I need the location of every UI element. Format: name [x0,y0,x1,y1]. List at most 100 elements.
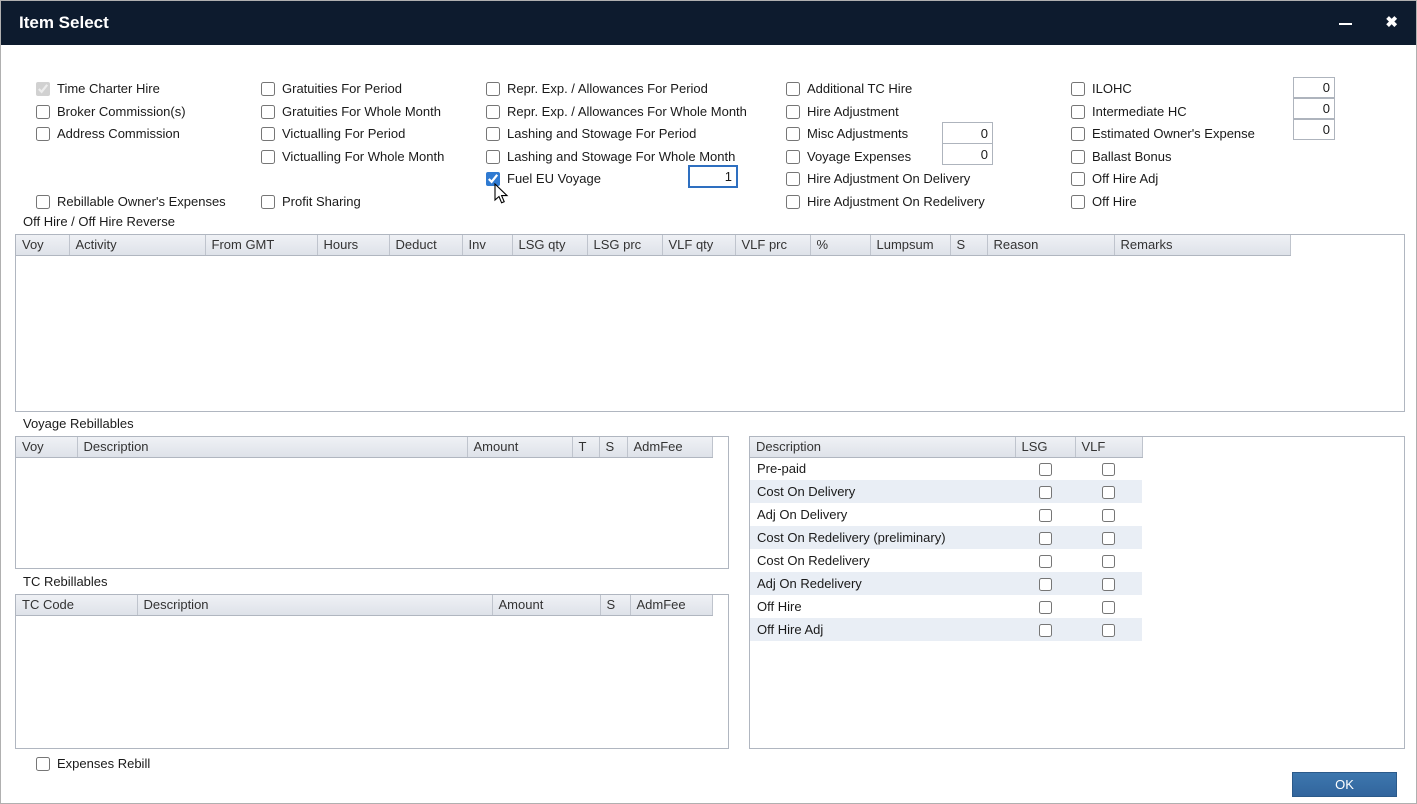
checkbox-repr-exp-period[interactable]: Repr. Exp. / Allowances For Period [486,81,708,96]
address-commission-checkbox[interactable] [36,127,50,141]
ilohc-input[interactable] [1293,77,1335,98]
checkbox-address-commission[interactable]: Address Commission [36,126,180,141]
checkbox-ilohc[interactable]: ILOHC [1071,81,1132,96]
checkbox-voyage-expenses[interactable]: Voyage Expenses [786,149,911,164]
cost-row-adj-on-redelivery: Adj On Redelivery [750,572,1142,595]
cost-row-cost-on-delivery: Cost On Delivery [750,480,1142,503]
adj-on-delivery-vlf-checkbox[interactable] [1102,509,1115,522]
victualling-for-whole-month-checkbox[interactable] [261,150,275,164]
repr-exp-period-checkbox[interactable] [486,82,500,96]
tc-rebillables-header-row: TC Code Description Amount S AdmFee [16,595,712,615]
checkbox-victualling-for-whole-month[interactable]: Victualling For Whole Month [261,149,444,164]
adj-on-redelivery-lsg-checkbox[interactable] [1039,578,1052,591]
lashing-stowage-whole-month-checkbox[interactable] [486,150,500,164]
lashing-stowage-whole-month-label: Lashing and Stowage For Whole Month [507,149,735,164]
dialog-titlebar: Item Select ✖ [1,1,1416,45]
misc-adjustments-checkbox[interactable] [786,127,800,141]
off-hire-checkbox[interactable] [1071,195,1085,209]
cost-row-off-hire-adj: Off Hire Adj [750,618,1142,641]
checkbox-victualling-for-period[interactable]: Victualling For Period [261,126,405,141]
cost-on-redelivery-preliminary-vlf-checkbox[interactable] [1102,532,1115,545]
victualling-for-period-checkbox[interactable] [261,127,275,141]
off-hire-section-title: Off Hire / Off Hire Reverse [23,214,175,229]
checkbox-fuel-eu-voyage[interactable]: Fuel EU Voyage [486,171,601,186]
checkbox-ballast-bonus[interactable]: Ballast Bonus [1071,149,1172,164]
voyage-expenses-input[interactable] [942,143,993,165]
gratuities-for-period-checkbox[interactable] [261,82,275,96]
off-hire-vlf-checkbox[interactable] [1102,601,1115,614]
hire-adjustment-label: Hire Adjustment [807,104,899,119]
estimated-owners-expense-checkbox[interactable] [1071,127,1085,141]
repr-exp-period-label: Repr. Exp. / Allowances For Period [507,81,708,96]
col-header-voy: Voy [16,437,77,457]
fuel-eu-voyage-checkbox[interactable] [486,172,500,186]
intermediate-hc-checkbox[interactable] [1071,105,1085,119]
cost-on-redelivery-lsg-checkbox[interactable] [1039,555,1052,568]
col-header-remarks: Remarks [1114,235,1290,255]
off-hire-adj-vlf-checkbox[interactable] [1102,624,1115,637]
voyage-expenses-checkbox[interactable] [786,150,800,164]
profit-sharing-checkbox[interactable] [261,195,275,209]
checkbox-off-hire-adj[interactable]: Off Hire Adj [1071,171,1158,186]
off-hire-lsg-checkbox[interactable] [1039,601,1052,614]
adj-on-redelivery-vlf-checkbox[interactable] [1102,578,1115,591]
intermediate-hc-input[interactable] [1293,98,1335,119]
ballast-bonus-checkbox[interactable] [1071,150,1085,164]
col-header-t: T [572,437,599,457]
cost-on-delivery-vlf-checkbox[interactable] [1102,486,1115,499]
checkbox-gratuities-for-period[interactable]: Gratuities For Period [261,81,402,96]
time-charter-hire-label: Time Charter Hire [57,81,160,96]
hire-adjustment-on-redelivery-checkbox[interactable] [786,195,800,209]
checkbox-broker-commissions[interactable]: Broker Commission(s) [36,104,186,119]
checkbox-profit-sharing[interactable]: Profit Sharing [261,194,361,209]
checkbox-lashing-stowage-period[interactable]: Lashing and Stowage For Period [486,126,696,141]
checkbox-hire-adjustment[interactable]: Hire Adjustment [786,104,899,119]
ok-button[interactable]: OK [1292,772,1397,797]
col-header-description: Description [137,595,492,615]
close-button[interactable]: ✖ [1385,14,1398,32]
checkbox-rebillable-owners-expenses[interactable]: Rebillable Owner's Expenses [36,194,226,209]
checkbox-gratuities-for-whole-month[interactable]: Gratuities For Whole Month [261,104,441,119]
cost-on-delivery-lsg-checkbox[interactable] [1039,486,1052,499]
repr-exp-whole-month-checkbox[interactable] [486,105,500,119]
additional-tc-hire-checkbox[interactable] [786,82,800,96]
checkbox-hire-adjustment-on-redelivery[interactable]: Hire Adjustment On Redelivery [786,194,985,209]
off-hire-adj-lsg-checkbox[interactable] [1039,624,1052,637]
additional-tc-hire-label: Additional TC Hire [807,81,912,96]
rebillable-owners-expenses-checkbox[interactable] [36,195,50,209]
checkbox-hire-adjustment-on-delivery[interactable]: Hire Adjustment On Delivery [786,171,970,186]
cost-on-redelivery-preliminary-lsg-checkbox[interactable] [1039,532,1052,545]
hire-adjustment-on-delivery-checkbox[interactable] [786,172,800,186]
expenses-rebill-checkbox[interactable] [36,757,50,771]
time-charter-hire-checkbox[interactable] [36,82,50,96]
cost-row-label: Off Hire Adj [750,618,1015,641]
fuel-eu-voyage-input[interactable] [688,165,738,188]
adj-on-delivery-lsg-checkbox[interactable] [1039,509,1052,522]
col-header-admfee: AdmFee [627,437,712,457]
minimize-button[interactable] [1337,14,1355,32]
pre-paid-vlf-checkbox[interactable] [1102,463,1115,476]
col-header-hours: Hours [317,235,389,255]
off-hire-adj-checkbox[interactable] [1071,172,1085,186]
checkbox-misc-adjustments[interactable]: Misc Adjustments [786,126,908,141]
cost-on-redelivery-vlf-checkbox[interactable] [1102,555,1115,568]
hire-adjustment-checkbox[interactable] [786,105,800,119]
estimated-owners-expense-input[interactable] [1293,119,1335,140]
checkbox-repr-exp-whole-month[interactable]: Repr. Exp. / Allowances For Whole Month [486,104,747,119]
ilohc-checkbox[interactable] [1071,82,1085,96]
broker-commissions-checkbox[interactable] [36,105,50,119]
gratuities-for-whole-month-checkbox[interactable] [261,105,275,119]
checkbox-off-hire[interactable]: Off Hire [1071,194,1137,209]
checkbox-intermediate-hc[interactable]: Intermediate HC [1071,104,1187,119]
pre-paid-lsg-checkbox[interactable] [1039,463,1052,476]
checkbox-lashing-stowage-whole-month[interactable]: Lashing and Stowage For Whole Month [486,149,735,164]
col-header-amount: Amount [467,437,572,457]
off-hire-adj-label: Off Hire Adj [1092,171,1158,186]
checkbox-expenses-rebill[interactable]: Expenses Rebill [36,756,150,771]
checkbox-additional-tc-hire[interactable]: Additional TC Hire [786,81,912,96]
lashing-stowage-period-checkbox[interactable] [486,127,500,141]
checkbox-estimated-owners-expense[interactable]: Estimated Owner's Expense [1071,126,1255,141]
misc-adjustments-input[interactable] [942,122,993,144]
checkbox-time-charter-hire[interactable]: Time Charter Hire [36,81,160,96]
ballast-bonus-label: Ballast Bonus [1092,149,1172,164]
